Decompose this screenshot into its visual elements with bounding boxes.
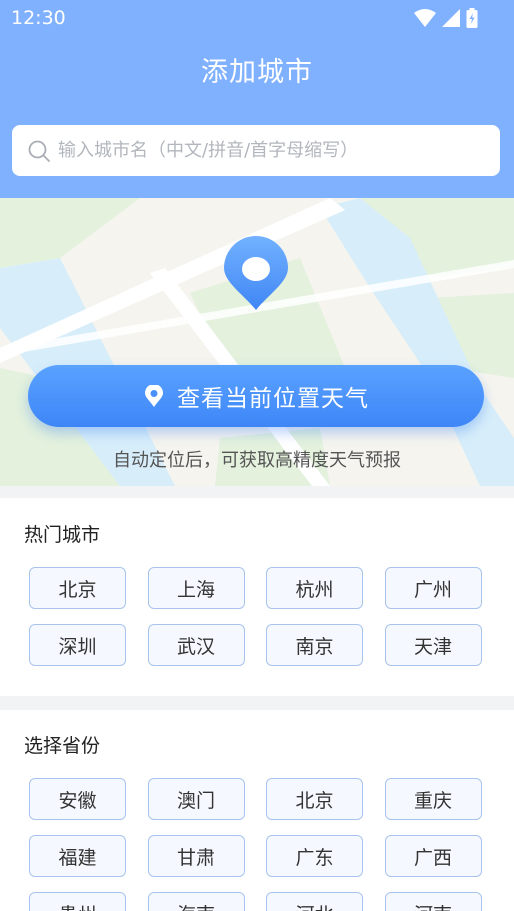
provinces-card: 选择省份 安徽 澳门 北京 重庆 福建 甘肃 广东 广西 贵州 海南 河北 河南 [0,710,514,911]
city-chip[interactable]: 天津 [384,624,482,666]
hot-cities-grid: 北京 上海 杭州 广州 深圳 武汉 南京 天津 [29,567,482,666]
provinces-grid: 安徽 澳门 北京 重庆 福建 甘肃 广东 广西 贵州 海南 河北 河南 [29,778,482,911]
province-chip[interactable]: 贵州 [29,892,126,911]
locate-tip: 自动定位后，可获取高精度天气预报 [113,450,401,471]
provinces-title: 选择省份 [24,735,101,757]
city-chip[interactable]: 广州 [384,567,482,609]
page-title: 添加城市 [201,57,313,88]
province-chip[interactable]: 海南 [147,892,245,911]
app-root: 12:30 添加城市 输入城市名（中文/拼音/首字母缩写） 查看当前位置天气 自… [0,0,514,911]
location-pin-icon [224,236,288,310]
city-chip[interactable]: 深圳 [29,624,126,666]
locate-weather-button[interactable]: 查看当前位置天气 [28,365,484,427]
province-chip[interactable]: 甘肃 [147,835,245,877]
status-bar: 12:30 [0,0,514,36]
province-chip[interactable]: 安徽 [29,778,126,820]
province-chip[interactable]: 北京 [266,778,363,820]
search-icon [28,140,50,162]
status-time: 12:30 [11,7,66,29]
province-chip[interactable]: 河北 [266,892,363,911]
city-chip[interactable]: 上海 [147,567,245,609]
battery-icon [466,8,478,28]
city-chip[interactable]: 杭州 [266,567,363,609]
wifi-icon [414,9,436,27]
search-box[interactable] [12,125,500,176]
province-chip[interactable]: 广东 [266,835,363,877]
hot-cities-card: 热门城市 北京 上海 杭州 广州 深圳 武汉 南京 天津 [0,498,514,696]
location-icon [145,385,163,407]
province-chip[interactable]: 重庆 [384,778,482,820]
hot-cities-title: 热门城市 [24,524,101,546]
province-chip[interactable]: 澳门 [147,778,245,820]
header: 12:30 添加城市 [0,0,514,198]
province-chip[interactable]: 福建 [29,835,126,877]
map-area [0,198,514,486]
status-icons [414,8,478,28]
search-input[interactable] [58,140,478,161]
signal-icon [442,9,460,27]
locate-weather-label: 查看当前位置天气 [177,385,369,411]
city-chip[interactable]: 南京 [266,624,363,666]
province-chip[interactable]: 河南 [384,892,482,911]
city-chip[interactable]: 北京 [29,567,126,609]
city-chip[interactable]: 武汉 [147,624,245,666]
province-chip[interactable]: 广西 [384,835,482,877]
